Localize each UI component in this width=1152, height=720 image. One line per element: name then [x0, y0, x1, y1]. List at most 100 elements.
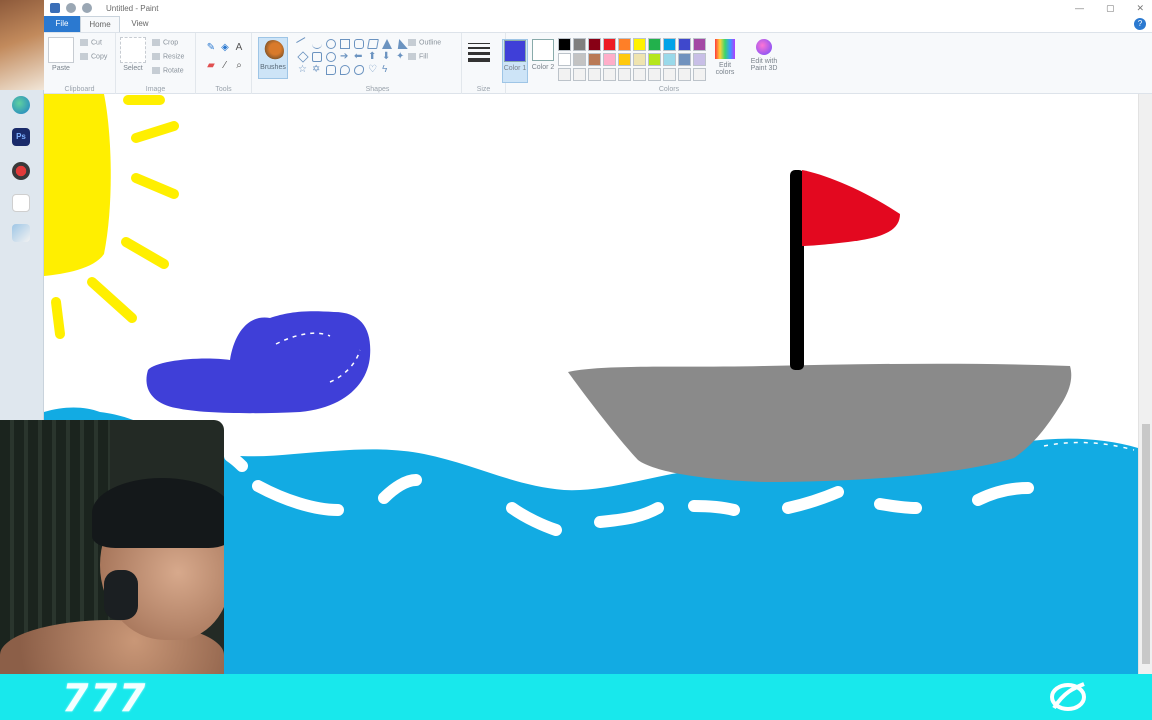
text-icon[interactable]: A — [234, 43, 244, 53]
left-arrow-shape-icon[interactable]: ⬅ — [354, 52, 364, 62]
rectangle-shape-icon[interactable] — [340, 39, 350, 49]
crop-button[interactable]: Crop — [152, 39, 178, 46]
boat-mast — [790, 170, 804, 370]
paint-app-icon[interactable] — [12, 224, 30, 242]
polygon-shape-icon[interactable] — [367, 39, 379, 49]
edit-with-paint3d-button[interactable]: Edit with Paint 3D — [744, 39, 784, 72]
curve-shape-icon[interactable] — [312, 39, 322, 49]
brushes-label: Brushes — [260, 64, 286, 71]
down-arrow-shape-icon[interactable]: ⬇ — [382, 52, 392, 62]
six-point-star-shape-icon[interactable]: ✡ — [312, 65, 322, 75]
rotate-button[interactable]: Rotate — [152, 67, 184, 74]
diamond-shape-icon[interactable] — [297, 51, 309, 63]
streamer-hair — [92, 478, 224, 548]
maximize-button[interactable]: ▢ — [1106, 0, 1115, 16]
stream-logo-icon — [1050, 682, 1086, 711]
brush-icon — [262, 40, 284, 62]
tab-file[interactable]: File — [44, 16, 80, 32]
foam-stroke — [874, 498, 922, 514]
brushes-button[interactable]: Brushes — [258, 37, 288, 79]
headset-icon — [104, 570, 138, 620]
minimize-button[interactable]: — — [1075, 0, 1084, 16]
vertical-scrollbar[interactable] — [1138, 94, 1152, 674]
cloud — [146, 311, 371, 414]
lightning-shape-icon[interactable]: ϟ — [382, 65, 392, 75]
color-wheel-icon — [715, 39, 735, 59]
recording-app-icon[interactable] — [12, 162, 30, 180]
sun-ray — [131, 173, 179, 199]
up-arrow-shape-icon[interactable]: ⬆ — [368, 52, 378, 62]
cut-button[interactable]: Cut — [80, 39, 102, 46]
sun-ray — [51, 297, 65, 339]
pentagon-shape-icon[interactable] — [312, 52, 322, 62]
size-button[interactable] — [468, 43, 490, 65]
color2-button[interactable]: Color 2 — [530, 39, 556, 71]
callout-rect-shape-icon[interactable] — [326, 65, 336, 75]
sun-ray — [131, 121, 179, 143]
clipboard-group: Paste Cut Copy Clipboard — [44, 33, 116, 95]
color-picker-icon[interactable]: ⁄ — [220, 61, 230, 71]
copy-button[interactable]: Copy — [80, 53, 107, 60]
edge-browser-icon[interactable] — [12, 96, 30, 114]
overlay-number: 777 — [62, 676, 148, 720]
taskbar: Ps — [0, 0, 44, 420]
undo-icon[interactable] — [66, 3, 76, 13]
fill-icon[interactable]: ◈ — [220, 43, 230, 53]
resize-button[interactable]: Resize — [152, 53, 184, 60]
redo-icon[interactable] — [82, 3, 92, 13]
shapes-label: Shapes — [365, 86, 390, 93]
eraser-icon[interactable]: ▰ — [206, 61, 216, 71]
foam-stroke — [688, 500, 740, 516]
rounded-rectangle-shape-icon[interactable] — [354, 39, 364, 49]
image-group: Select Crop Resize Rotate Image — [116, 33, 196, 95]
file-icon[interactable] — [12, 194, 30, 212]
select-label: Select — [123, 65, 143, 72]
paste-label: Paste — [52, 65, 70, 72]
tools-group: ✎ ◈ A ▰ ⁄ ⌕ Tools — [196, 33, 252, 95]
five-point-star-shape-icon[interactable]: ☆ — [298, 65, 308, 75]
title-bar: Untitled - Paint — ▢ ✕ — [44, 0, 1152, 16]
select-icon — [120, 37, 146, 63]
foam-stroke — [224, 450, 248, 472]
magnifier-icon[interactable]: ⌕ — [234, 61, 244, 71]
clipboard-icon — [48, 37, 74, 63]
colors-label: Colors — [658, 86, 680, 93]
paint3d-label: Edit with Paint 3D — [750, 58, 778, 72]
close-button[interactable]: ✕ — [1136, 0, 1144, 16]
scrollbar-thumb[interactable] — [1142, 424, 1150, 664]
edit-colors-label: Edit colors — [715, 62, 735, 76]
save-icon[interactable] — [50, 3, 60, 13]
oval-shape-icon[interactable] — [326, 39, 336, 49]
color1-button[interactable]: Color 1 — [502, 39, 528, 83]
heart-shape-icon[interactable]: ♡ — [368, 65, 378, 75]
pencil-icon[interactable]: ✎ — [206, 43, 216, 53]
triangle-shape-icon[interactable] — [382, 39, 392, 49]
four-point-star-shape-icon[interactable]: ✦ — [396, 52, 406, 62]
callout-cloud-shape-icon[interactable] — [354, 65, 364, 75]
help-icon[interactable]: ? — [1134, 18, 1146, 30]
window-title: Untitled - Paint — [106, 3, 159, 13]
select-button[interactable]: Select — [120, 37, 146, 72]
hexagon-shape-icon[interactable] — [326, 52, 336, 62]
stream-overlay-bar: 777 — [0, 674, 1152, 720]
user-avatar[interactable] — [0, 0, 44, 90]
paste-button[interactable]: Paste — [48, 37, 74, 72]
callout-oval-shape-icon[interactable] — [340, 65, 350, 75]
tab-home[interactable]: Home — [80, 16, 120, 32]
outline-dropdown[interactable]: Outline — [408, 39, 441, 46]
color1-label: Color 1 — [503, 65, 527, 72]
edit-colors-button[interactable]: Edit colors — [710, 39, 740, 76]
color2-label: Color 2 — [531, 64, 555, 71]
right-arrow-shape-icon[interactable]: ➔ — [340, 52, 350, 62]
webcam-overlay — [0, 420, 224, 674]
color2-swatch — [532, 39, 554, 61]
sun-ray — [121, 237, 169, 269]
clipboard-label: Clipboard — [64, 86, 95, 93]
color1-swatch — [504, 40, 526, 62]
size-label: Size — [476, 86, 491, 93]
photoshop-icon[interactable]: Ps — [12, 128, 30, 146]
sun-ray — [87, 277, 137, 323]
line-shape-icon[interactable] — [296, 37, 310, 51]
fill-dropdown[interactable]: Fill — [408, 53, 428, 60]
tab-view[interactable]: View — [120, 16, 160, 32]
